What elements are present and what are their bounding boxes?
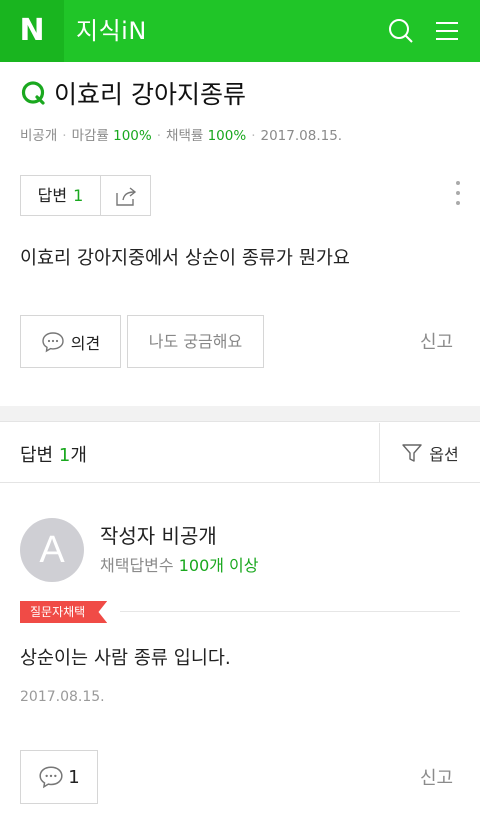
close-rate-value: 100% xyxy=(113,128,152,144)
author-name: 작성자 비공개 xyxy=(100,524,217,548)
share-icon xyxy=(115,186,136,206)
close-rate-label: 마감률 xyxy=(71,128,109,144)
naver-logo[interactable]: N xyxy=(0,0,64,62)
speech-bubble-icon xyxy=(42,331,64,352)
answers-count-label: 답변 1개 xyxy=(20,445,87,466)
question-title-text: 이효리 강아지종류 xyxy=(54,80,246,109)
options-label: 옵션 xyxy=(429,445,459,464)
more-icon[interactable] xyxy=(448,178,468,212)
answer-report-button[interactable]: 신고 xyxy=(420,764,453,790)
badge-divider xyxy=(120,611,460,612)
avatar: A xyxy=(20,518,84,582)
answers-header: 답변 1개 옵션 xyxy=(0,423,480,483)
comment-button[interactable]: 1 xyxy=(20,750,98,804)
comment-count: 1 xyxy=(68,766,80,788)
filter-icon xyxy=(402,444,422,462)
author-stat-value: 100개 이상 xyxy=(178,556,259,575)
share-button[interactable] xyxy=(101,176,150,215)
top-bar: N 지식iN xyxy=(0,0,480,62)
adopt-rate-label: 채택률 xyxy=(166,128,204,144)
answers-count: 1 xyxy=(58,445,71,466)
opinion-label: 의견 xyxy=(70,333,101,353)
question-date: 2017.08.15. xyxy=(260,128,343,144)
q-icon xyxy=(21,81,45,105)
question-meta: 비공개 · 마감률 100% · 채택률 100% · 2017.08.15. xyxy=(20,128,343,144)
answer-count-button[interactable]: 답변 1 xyxy=(21,176,101,215)
menu-icon[interactable] xyxy=(432,16,462,46)
options-button[interactable]: 옵션 xyxy=(379,423,480,483)
search-icon[interactable] xyxy=(386,16,416,46)
opinion-button[interactable]: 의견 xyxy=(20,315,121,368)
curious-button[interactable]: 나도 궁금해요 xyxy=(127,315,264,368)
question-title: 이효리 강아지종류 xyxy=(20,76,246,110)
answer-text: 상순이는 사람 종류 입니다. xyxy=(20,648,231,669)
adopt-rate-value: 100% xyxy=(207,128,247,144)
brand-title[interactable]: 지식iN xyxy=(76,0,147,62)
answer-date: 2017.08.15. xyxy=(20,689,105,705)
author-stat: 채택답변수 100개 이상 xyxy=(100,556,259,575)
privacy-label: 비공개 xyxy=(20,128,58,144)
report-button[interactable]: 신고 xyxy=(420,328,453,354)
section-divider xyxy=(0,406,480,422)
speech-bubble-icon xyxy=(39,766,63,789)
answer-count-number: 1 xyxy=(73,186,84,205)
adopted-badge: 질문자채택 xyxy=(20,601,108,623)
question-body: 이효리 강아지중에서 상순이 종류가 뭔가요 xyxy=(20,248,350,269)
answer-count-label: 답변 xyxy=(37,186,68,205)
answer-share-group: 답변 1 xyxy=(20,175,151,216)
